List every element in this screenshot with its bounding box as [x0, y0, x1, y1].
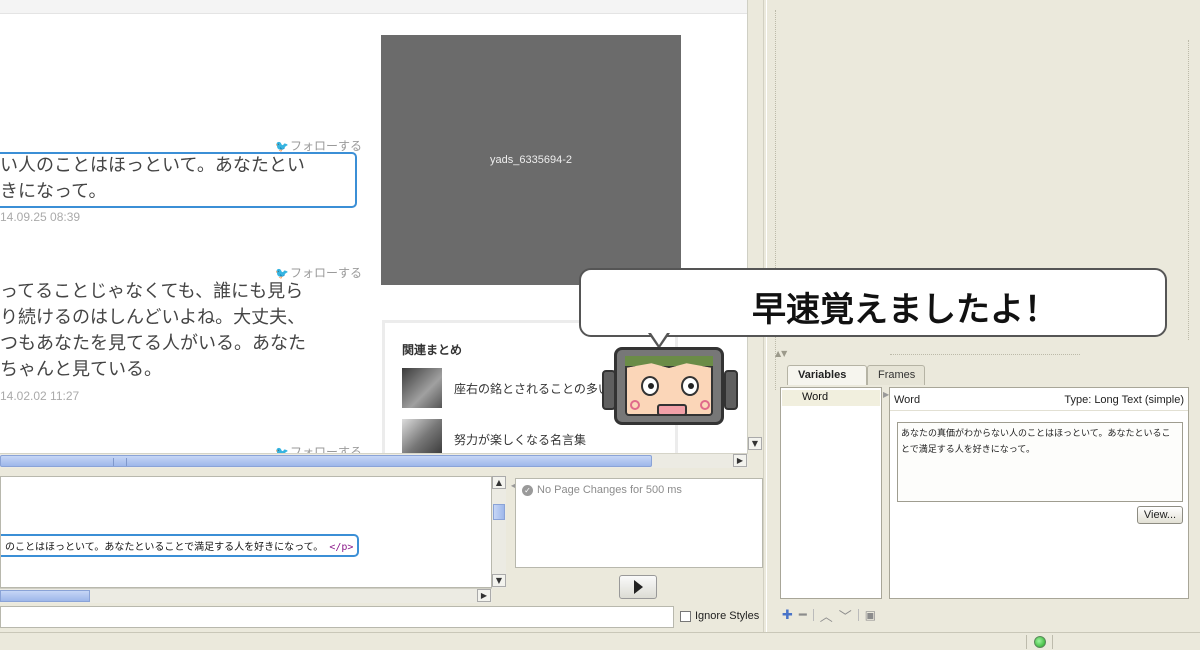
divider: [890, 410, 1188, 411]
source-hscroll-thumb[interactable]: [0, 590, 90, 602]
variables-toolbar: ✚ ━ ︿ ﹀ ▣: [782, 606, 876, 625]
source-code-text: のことはほっといて。あなたといることで満足する人を好きになって。: [5, 542, 324, 553]
ignore-styles-label: Ignore Styles: [695, 610, 760, 622]
variable-item-word[interactable]: Word: [782, 390, 880, 406]
splitter-dots: [890, 354, 1080, 355]
mascot-mouth: [657, 404, 687, 416]
watch-status-text: No Page Changes for 500 ms: [537, 484, 682, 496]
scroll-grip: [113, 458, 127, 466]
view-button[interactable]: View...: [1137, 506, 1183, 524]
tweet-text: ってることじゃなくても、誰にも見ら り続けるのはしんどいよね。大丈夫、 つもあな…: [0, 279, 306, 383]
speech-bubble-tail-inner: [651, 333, 667, 345]
variable-detail: Word Type: Long Text (simple) あなたの真価がわから…: [889, 387, 1189, 599]
play-button[interactable]: [619, 575, 657, 599]
source-vertical-scrollbar[interactable]: ▲ ▼: [492, 476, 506, 588]
page-watch-pane: ✓ No Page Changes for 500 ms: [515, 478, 763, 568]
preview-top-strip: [0, 0, 747, 14]
source-code-tag: </p>: [329, 542, 354, 553]
tweet-line: り続けるのはしんどいよね。大丈夫、: [0, 307, 306, 328]
twitter-bird-icon: 🐦: [275, 447, 289, 453]
scroll-up-button[interactable]: ▲: [492, 476, 506, 489]
related-item-label: 座右の銘とされることの多い: [454, 382, 610, 396]
toolbar-separator: [812, 609, 814, 621]
preview-horizontal-scrollbar[interactable]: ▶: [0, 453, 748, 468]
variable-name: Word: [894, 394, 921, 406]
move-down-icon[interactable]: ﹀: [839, 606, 852, 625]
scroll-down-button[interactable]: ▼: [492, 574, 506, 587]
follow-label: フォローする: [290, 445, 363, 453]
follow-label: フォローする: [290, 139, 363, 153]
tab-frames[interactable]: Frames: [867, 365, 925, 385]
tweet-line: ちゃんと見ている。: [0, 359, 162, 380]
tweet-date: 14.09.25 08:39: [0, 210, 81, 224]
scroll-right-button[interactable]: ▶: [733, 454, 747, 467]
watch-status: ✓ No Page Changes for 500 ms: [522, 484, 682, 496]
collapse-arrows-icon[interactable]: ▲▼: [775, 349, 787, 358]
related-thumbnail: [402, 419, 442, 453]
edit-icon[interactable]: ▣: [865, 608, 876, 622]
mascot-cheek: [630, 400, 640, 410]
twitter-bird-icon: 🐦: [275, 268, 289, 280]
follow-label: フォローする: [290, 266, 363, 280]
variables-list[interactable]: Word: [780, 387, 882, 599]
status-led-icon: [1034, 636, 1046, 648]
related-thumbnail: [402, 368, 442, 408]
status-separator: [1052, 635, 1053, 649]
mascot-head: [614, 347, 724, 425]
bottom-input-field[interactable]: [0, 606, 674, 628]
inspector-highlight-box: [0, 152, 357, 208]
tweet-date: 14.02.02 11:27: [0, 389, 80, 403]
speech-bubble: 早速覚えましたよ！: [579, 268, 1167, 337]
mascot-cheek: [700, 400, 710, 410]
check-icon: ✓: [522, 484, 533, 496]
follow-link[interactable]: 🐦フォローする: [275, 443, 362, 453]
checkbox-box[interactable]: [680, 610, 691, 622]
move-up-icon[interactable]: ︿: [820, 606, 833, 625]
related-heading: 関連まとめ: [402, 343, 463, 357]
status-separator: [1026, 635, 1027, 649]
ad-placeholder[interactable]: yads_6335694-2: [381, 35, 681, 285]
source-highlighted-line[interactable]: のことはほっといて。あなたといることで満足する人を好きになって。 </p>: [1, 534, 360, 557]
mascot-eye: [681, 376, 699, 396]
preview-scroll-thumb[interactable]: [0, 455, 652, 467]
status-bar: [0, 632, 1200, 650]
variable-type: Type: Long Text (simple): [1064, 394, 1184, 406]
tab-variables[interactable]: Variables: [787, 365, 867, 385]
toolbar-separator: [857, 609, 859, 621]
source-scroll-thumb[interactable]: [493, 504, 505, 520]
mascot-ear: [724, 370, 738, 410]
ignore-styles-checkbox[interactable]: Ignore Styles: [680, 610, 759, 622]
preview-scroll-down-button[interactable]: ▼: [748, 437, 762, 450]
scroll-right-button[interactable]: ▶: [477, 589, 491, 602]
play-icon: [633, 580, 643, 594]
variable-value-field[interactable]: あなたの真価がわからない人のことはほっといて。あなたといることで満足する人を好き…: [897, 422, 1183, 502]
splitter-dots: [1188, 40, 1189, 340]
source-pane[interactable]: のことはほっといて。あなたといることで満足する人を好きになって。 </p>: [0, 476, 492, 588]
add-icon[interactable]: ✚: [782, 608, 793, 623]
source-horizontal-scrollbar[interactable]: ▶: [0, 588, 492, 603]
tweet-line: ってることじゃなくても、誰にも見ら: [0, 281, 304, 302]
tweet-line: つもあなたを見てる人がいる。あなた: [0, 333, 306, 354]
robot-mascot-icon: [600, 345, 740, 430]
ad-label: yads_6335694-2: [490, 154, 572, 166]
speech-bubble-text: 早速覚えましたよ！: [752, 290, 1058, 330]
mascot-eye: [641, 376, 659, 396]
remove-icon[interactable]: ━: [799, 608, 807, 623]
twitter-bird-icon: 🐦: [275, 141, 289, 153]
related-item-label: 努力が楽しくなる名言集: [454, 433, 587, 447]
